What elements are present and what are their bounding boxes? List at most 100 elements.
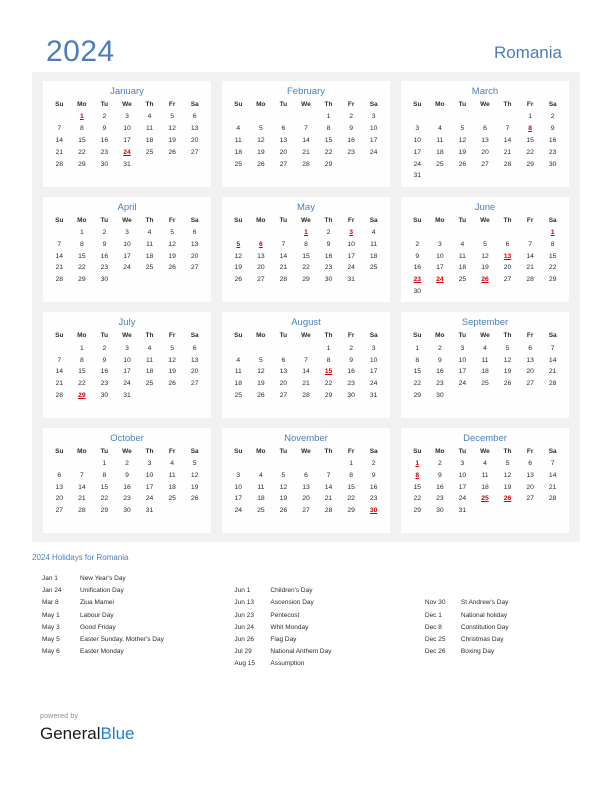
day-cell[interactable]: 20 [250, 262, 273, 274]
day-cell[interactable]: 21 [541, 481, 564, 493]
day-cell[interactable]: 9 [93, 123, 116, 135]
day-cell[interactable]: 8 [71, 123, 94, 135]
day-cell[interactable]: 19 [161, 366, 184, 378]
day-cell[interactable]: 18 [429, 146, 452, 158]
day-cell[interactable]: 11 [474, 354, 497, 366]
day-cell[interactable]: 30 [429, 505, 452, 517]
day-cell[interactable]: 27 [519, 378, 542, 390]
holiday-day-cell[interactable]: 23 [406, 274, 429, 286]
day-cell[interactable]: 2 [406, 238, 429, 250]
day-cell[interactable]: 31 [116, 390, 139, 402]
day-cell[interactable]: 23 [93, 378, 116, 390]
day-cell[interactable]: 20 [496, 262, 519, 274]
day-cell[interactable]: 25 [250, 505, 273, 517]
day-cell[interactable]: 13 [48, 481, 71, 493]
day-cell[interactable]: 15 [71, 250, 94, 262]
day-cell[interactable]: 16 [362, 481, 385, 493]
day-cell[interactable]: 15 [317, 135, 340, 147]
day-cell[interactable]: 16 [406, 262, 429, 274]
day-cell[interactable]: 27 [295, 505, 318, 517]
day-cell[interactable]: 2 [93, 342, 116, 354]
day-cell[interactable]: 20 [519, 366, 542, 378]
day-cell[interactable]: 27 [496, 274, 519, 286]
day-cell[interactable]: 11 [362, 238, 385, 250]
day-cell[interactable]: 4 [250, 469, 273, 481]
day-cell[interactable]: 18 [138, 250, 161, 262]
day-cell[interactable]: 10 [116, 123, 139, 135]
day-cell[interactable]: 5 [496, 458, 519, 470]
day-cell[interactable]: 5 [496, 342, 519, 354]
day-cell[interactable]: 17 [116, 366, 139, 378]
day-cell[interactable]: 15 [71, 366, 94, 378]
day-cell[interactable]: 6 [183, 227, 206, 239]
day-cell[interactable]: 3 [451, 342, 474, 354]
day-cell[interactable]: 30 [541, 158, 564, 170]
day-cell[interactable]: 25 [227, 390, 250, 402]
day-cell[interactable]: 11 [161, 469, 184, 481]
day-cell[interactable]: 19 [272, 493, 295, 505]
day-cell[interactable]: 7 [272, 238, 295, 250]
day-cell[interactable]: 6 [496, 238, 519, 250]
day-cell[interactable]: 15 [519, 135, 542, 147]
day-cell[interactable]: 24 [362, 378, 385, 390]
day-cell[interactable]: 8 [71, 238, 94, 250]
day-cell[interactable]: 28 [295, 390, 318, 402]
day-cell[interactable]: 21 [519, 262, 542, 274]
day-cell[interactable]: 9 [93, 354, 116, 366]
day-cell[interactable]: 4 [227, 123, 250, 135]
day-cell[interactable]: 15 [340, 481, 363, 493]
day-cell[interactable]: 29 [519, 158, 542, 170]
day-cell[interactable]: 28 [48, 274, 71, 286]
day-cell[interactable]: 22 [295, 262, 318, 274]
day-cell[interactable]: 30 [93, 390, 116, 402]
day-cell[interactable]: 7 [48, 238, 71, 250]
day-cell[interactable]: 25 [138, 146, 161, 158]
day-cell[interactable]: 18 [227, 378, 250, 390]
day-cell[interactable]: 21 [48, 146, 71, 158]
day-cell[interactable]: 19 [161, 135, 184, 147]
day-cell[interactable]: 1 [519, 111, 542, 123]
day-cell[interactable]: 4 [429, 123, 452, 135]
day-cell[interactable]: 14 [541, 354, 564, 366]
holiday-day-cell[interactable]: 26 [474, 274, 497, 286]
day-cell[interactable]: 3 [116, 342, 139, 354]
day-cell[interactable]: 11 [227, 135, 250, 147]
day-cell[interactable]: 3 [406, 123, 429, 135]
day-cell[interactable]: 5 [474, 238, 497, 250]
day-cell[interactable]: 26 [161, 262, 184, 274]
day-cell[interactable]: 15 [406, 481, 429, 493]
day-cell[interactable]: 11 [474, 469, 497, 481]
day-cell[interactable]: 3 [227, 469, 250, 481]
day-cell[interactable]: 11 [429, 135, 452, 147]
day-cell[interactable]: 4 [161, 458, 184, 470]
day-cell[interactable]: 25 [362, 262, 385, 274]
day-cell[interactable]: 10 [429, 250, 452, 262]
day-cell[interactable]: 26 [250, 390, 273, 402]
day-cell[interactable]: 8 [541, 238, 564, 250]
day-cell[interactable]: 11 [250, 481, 273, 493]
day-cell[interactable]: 25 [451, 274, 474, 286]
day-cell[interactable]: 13 [183, 238, 206, 250]
day-cell[interactable]: 16 [429, 481, 452, 493]
day-cell[interactable]: 16 [93, 250, 116, 262]
day-cell[interactable]: 9 [541, 123, 564, 135]
day-cell[interactable]: 31 [116, 158, 139, 170]
day-cell[interactable]: 2 [429, 342, 452, 354]
day-cell[interactable]: 9 [317, 238, 340, 250]
day-cell[interactable]: 18 [474, 481, 497, 493]
day-cell[interactable]: 27 [272, 158, 295, 170]
day-cell[interactable]: 15 [406, 366, 429, 378]
day-cell[interactable]: 3 [429, 238, 452, 250]
day-cell[interactable]: 28 [541, 493, 564, 505]
day-cell[interactable]: 17 [406, 146, 429, 158]
day-cell[interactable]: 1 [406, 342, 429, 354]
day-cell[interactable]: 1 [71, 227, 94, 239]
day-cell[interactable]: 13 [183, 123, 206, 135]
day-cell[interactable]: 10 [116, 238, 139, 250]
day-cell[interactable]: 12 [496, 354, 519, 366]
day-cell[interactable]: 27 [183, 262, 206, 274]
day-cell[interactable]: 7 [48, 354, 71, 366]
day-cell[interactable]: 31 [138, 505, 161, 517]
day-cell[interactable]: 25 [474, 378, 497, 390]
holiday-day-cell[interactable]: 6 [250, 238, 273, 250]
